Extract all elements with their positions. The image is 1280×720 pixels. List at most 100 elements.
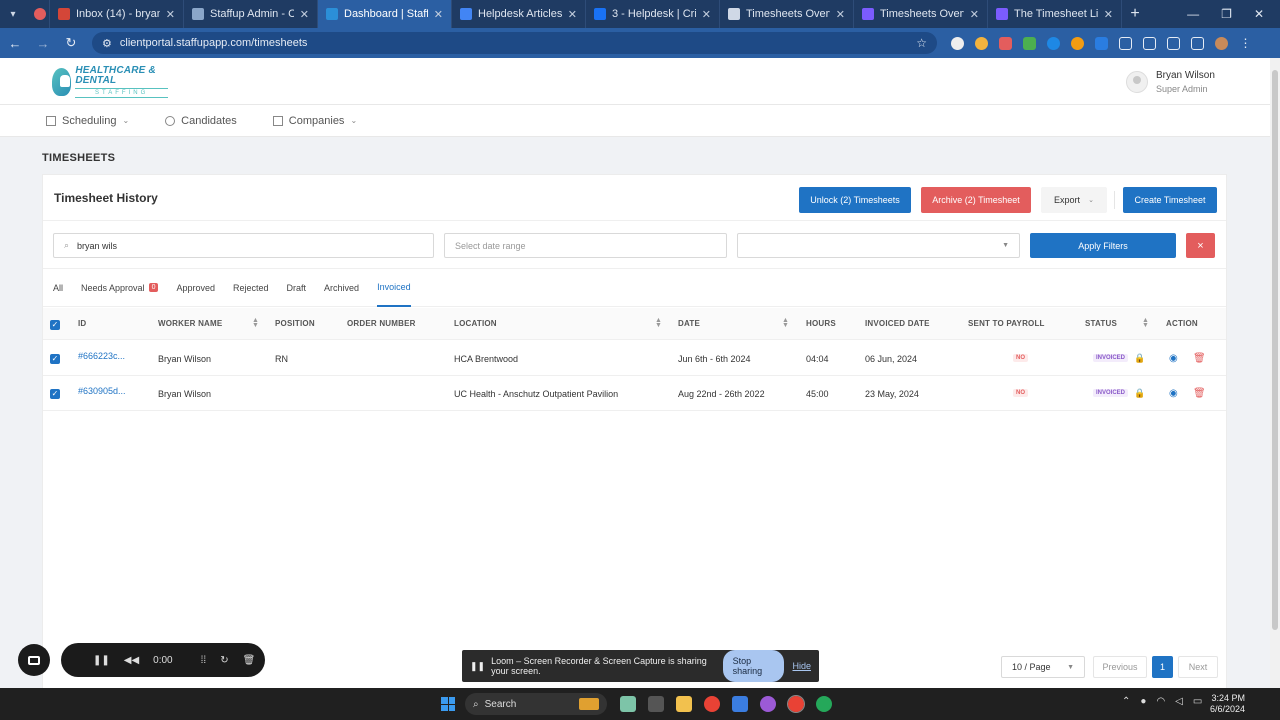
sort-icon[interactable]: ▲ ▼: [655, 317, 662, 329]
table-row[interactable]: ✓ #666223c... Bryan Wilson RN HCA Brentw…: [43, 341, 1226, 376]
close-tab-icon[interactable]: ✕: [702, 8, 711, 21]
app-icon[interactable]: [760, 696, 776, 712]
close-tab-icon[interactable]: ✕: [970, 8, 979, 21]
browser-tab[interactable]: Timesheets Overview | S ✕: [720, 0, 854, 28]
tab-search-icon[interactable]: ▾: [0, 0, 26, 28]
taskbar-clock[interactable]: 3:24 PM 6/6/2024: [1210, 693, 1245, 715]
browser-menu-icon[interactable]: ⋮: [1239, 36, 1252, 50]
rewind-icon[interactable]: ◀◀: [124, 655, 139, 666]
timesheet-id-link[interactable]: #630905d...: [78, 386, 126, 396]
sort-icon[interactable]: ▲ ▼: [782, 317, 789, 329]
chrome-icon[interactable]: [704, 696, 720, 712]
close-tab-icon[interactable]: ✕: [300, 8, 309, 21]
browser-tab[interactable]: The Timesheet Lifecycle ✕: [988, 0, 1122, 28]
current-page-button[interactable]: 1: [1152, 656, 1173, 678]
camera-toggle-button[interactable]: [18, 644, 50, 676]
clear-filters-button[interactable]: ×: [1186, 233, 1215, 258]
sort-icon[interactable]: ▲ ▼: [1142, 317, 1149, 329]
filter-select[interactable]: ▼: [737, 233, 1020, 258]
forward-icon[interactable]: →: [36, 36, 50, 51]
delete-trash-icon[interactable]: 🗑: [1193, 388, 1206, 399]
archive-timesheet-button[interactable]: Archive (2) Timesheet: [921, 187, 1031, 213]
drawing-grid-icon[interactable]: ⁞⁞: [201, 655, 207, 666]
next-page-button[interactable]: Next: [1178, 656, 1218, 678]
apply-filters-button[interactable]: Apply Filters: [1030, 233, 1176, 258]
discard-trash-icon[interactable]: 🗑: [243, 655, 256, 666]
previous-page-button[interactable]: Previous: [1093, 656, 1147, 678]
extension-icon[interactable]: [1071, 36, 1084, 50]
col-status[interactable]: STATUS: [1085, 319, 1117, 328]
extension-icon[interactable]: [951, 36, 964, 50]
extension-icon[interactable]: [975, 36, 988, 50]
volume-icon[interactable]: ◁: [1175, 696, 1183, 707]
extension-icon[interactable]: [999, 36, 1012, 50]
table-row[interactable]: ✓ #630905d... Bryan Wilson UC Health - A…: [43, 376, 1226, 411]
tab-needs-approval[interactable]: Needs Approval 0: [81, 269, 159, 307]
col-date[interactable]: DATE: [678, 319, 700, 328]
browser-tab[interactable]: Helpdesk Articles Project ✕: [452, 0, 586, 28]
notepad-icon[interactable]: [732, 696, 748, 712]
delete-trash-icon[interactable]: 🗑: [1193, 353, 1206, 364]
page-size-select[interactable]: 10 / Page ▼: [1001, 656, 1085, 678]
tab-archived[interactable]: Archived: [324, 269, 359, 307]
search-input[interactable]: ⌕ bryan wils: [53, 233, 434, 258]
pause-icon[interactable]: ❚❚: [93, 655, 110, 666]
company-logo[interactable]: HEALTHCARE & DENTAL STAFFING: [52, 66, 168, 98]
browser-tab[interactable]: Timesheets Overview - 6 ✕: [854, 0, 988, 28]
back-icon[interactable]: ←: [8, 36, 22, 51]
site-info-icon[interactable]: ⚙: [102, 37, 112, 50]
stop-sharing-button[interactable]: Stop sharing: [722, 650, 785, 682]
close-tab-icon[interactable]: ✕: [1104, 8, 1113, 21]
battery-icon[interactable]: ▭: [1193, 696, 1202, 707]
minimize-icon[interactable]: —: [1187, 7, 1199, 21]
wifi-icon[interactable]: ◠: [1156, 696, 1165, 707]
scrollbar-thumb[interactable]: [1272, 70, 1278, 630]
browser-tab[interactable]: Inbox (14) - bryan@staff ✕: [50, 0, 184, 28]
sort-icon[interactable]: ▲ ▼: [252, 317, 259, 329]
tab-approved[interactable]: Approved: [176, 269, 215, 307]
restore-icon[interactable]: ❐: [1221, 7, 1232, 21]
date-range-picker[interactable]: Select date range: [444, 233, 727, 258]
extension-icon[interactable]: [1047, 36, 1060, 50]
close-tab-icon[interactable]: ✕: [836, 8, 845, 21]
chevron-up-icon[interactable]: ⌃: [1122, 696, 1130, 707]
browser-tab[interactable]: Staffup Admin - Compar ✕: [184, 0, 318, 28]
download-icon[interactable]: [1191, 36, 1204, 50]
media-icon[interactable]: [1167, 36, 1180, 50]
restart-icon[interactable]: ↻: [220, 655, 228, 666]
close-tab-icon[interactable]: ✕: [166, 8, 175, 21]
windows-start-icon[interactable]: [441, 697, 455, 711]
spotify-icon[interactable]: [816, 696, 832, 712]
bookmark-star-icon[interactable]: ☆: [916, 36, 927, 50]
lock-icon[interactable]: 🔒: [1134, 353, 1145, 363]
col-location[interactable]: LOCATION: [454, 319, 497, 328]
col-worker-name[interactable]: WORKER NAME: [158, 319, 222, 328]
tab-invoiced[interactable]: Invoiced: [377, 269, 411, 307]
tab-draft[interactable]: Draft: [287, 269, 307, 307]
unlock-timesheets-button[interactable]: Unlock (2) Timesheets: [799, 187, 911, 213]
extension-icon[interactable]: [1095, 36, 1108, 50]
view-eye-icon[interactable]: ◉: [1169, 353, 1178, 364]
row-checkbox[interactable]: ✓: [50, 389, 60, 399]
new-tab-button[interactable]: +: [1122, 5, 1148, 23]
menu-companies[interactable]: Companies ⌄: [272, 115, 357, 127]
create-timesheet-button[interactable]: Create Timesheet: [1123, 187, 1217, 213]
profile-avatar[interactable]: [1215, 36, 1228, 50]
microphone-icon[interactable]: ●: [1140, 696, 1146, 707]
browser-tab[interactable]: 3 - Helpdesk | Crisp ✕: [586, 0, 720, 28]
close-tab-icon[interactable]: ✕: [568, 8, 577, 21]
task-view-icon[interactable]: [648, 696, 664, 712]
page-scrollbar[interactable]: [1270, 58, 1280, 688]
lock-icon[interactable]: 🔒: [1134, 388, 1145, 398]
reload-icon[interactable]: ↻: [64, 35, 78, 51]
browser-tab[interactable]: Dashboard | StaffUp ✕: [318, 0, 452, 28]
extension-icon[interactable]: [1023, 36, 1036, 50]
menu-candidates[interactable]: Candidates: [165, 115, 237, 127]
select-all-checkbox[interactable]: ✓: [50, 320, 60, 330]
tab-all[interactable]: All: [53, 269, 63, 307]
hide-banner-link[interactable]: Hide: [792, 661, 811, 671]
taskbar-search[interactable]: ⌕ Search: [465, 693, 607, 715]
bookmarks-icon[interactable]: [1143, 36, 1156, 50]
chrome-active-icon[interactable]: [787, 695, 805, 713]
menu-scheduling[interactable]: Scheduling ⌄: [46, 115, 129, 127]
